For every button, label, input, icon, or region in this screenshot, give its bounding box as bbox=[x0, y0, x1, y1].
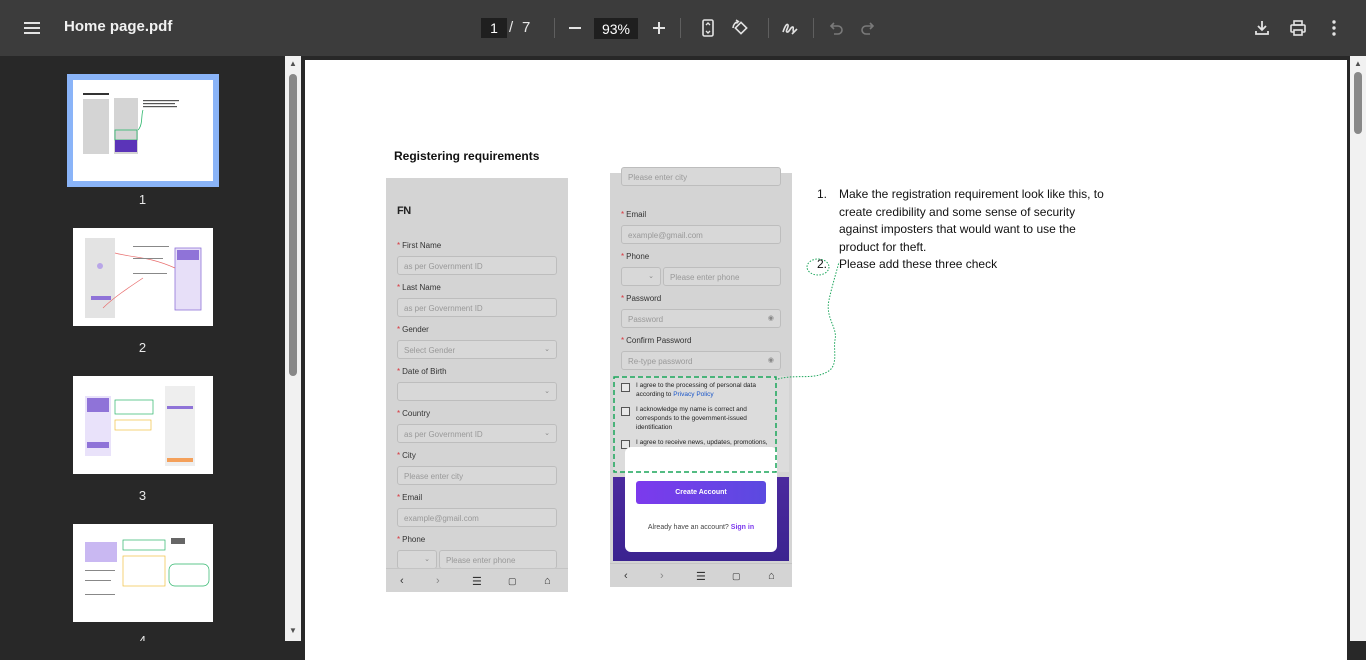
dashed-highlight-box bbox=[613, 376, 777, 473]
redo-button[interactable] bbox=[852, 12, 884, 44]
file-name: Home page.pdf bbox=[64, 18, 173, 35]
toolbar-divider bbox=[680, 18, 681, 38]
annotation-overlay bbox=[613, 258, 840, 473]
thumbnail-label-4: 4 bbox=[138, 633, 147, 641]
more-options-button[interactable] bbox=[1318, 12, 1350, 44]
print-button[interactable] bbox=[1282, 12, 1314, 44]
page-thumbnail-3[interactable] bbox=[73, 376, 213, 474]
thumbnail-label-3: 3 bbox=[138, 488, 147, 503]
thumbnail-preview bbox=[83, 93, 179, 154]
annotate-button[interactable] bbox=[774, 12, 806, 44]
document-scrollbar[interactable]: ▲ bbox=[1350, 56, 1366, 641]
pdf-toolbar: Home page.pdf 1 / 7 93% bbox=[0, 0, 1366, 56]
download-button[interactable] bbox=[1246, 12, 1278, 44]
rotate-icon bbox=[732, 19, 748, 35]
page-thumbnail-2[interactable] bbox=[73, 228, 213, 326]
page-thumbnail-4[interactable] bbox=[73, 524, 213, 622]
page-number-input[interactable]: 1 bbox=[481, 18, 507, 38]
undo-button[interactable] bbox=[820, 12, 852, 44]
undo-icon bbox=[829, 22, 843, 35]
fit-page-icon bbox=[702, 19, 714, 37]
toolbar-divider bbox=[768, 18, 769, 38]
zoom-out-button[interactable] bbox=[559, 12, 591, 44]
download-icon bbox=[1255, 21, 1269, 35]
annotate-icon bbox=[782, 23, 798, 35]
print-icon bbox=[1290, 20, 1306, 36]
zoom-in-button[interactable] bbox=[643, 12, 675, 44]
thumbnail-label-1: 1 bbox=[138, 192, 147, 207]
sidebar-scroll-thumb[interactable] bbox=[289, 74, 297, 376]
total-pages: 7 bbox=[522, 19, 531, 36]
sidebar-scrollbar[interactable]: ▲ ▼ bbox=[285, 56, 301, 641]
page-separator: / bbox=[509, 19, 514, 36]
thumbnail-sidebar: 1 2 3 4 bbox=[0, 56, 285, 641]
scroll-down-arrow-icon[interactable]: ▼ bbox=[288, 626, 298, 636]
rotate-button[interactable] bbox=[724, 12, 756, 44]
zoom-level-input[interactable]: 93% bbox=[594, 18, 638, 39]
connector-squiggle bbox=[777, 261, 840, 380]
toolbar-divider bbox=[813, 18, 814, 38]
more-icon bbox=[1332, 20, 1336, 36]
document-scroll-thumb[interactable] bbox=[1354, 72, 1362, 134]
toolbar-divider bbox=[554, 18, 555, 38]
menu-icon[interactable] bbox=[16, 12, 48, 44]
scroll-up-arrow-icon[interactable]: ▲ bbox=[288, 59, 298, 69]
note-item-1: 1. Make the registration requirement loo… bbox=[817, 187, 1104, 254]
redo-icon bbox=[861, 22, 875, 35]
thumbnail-preview bbox=[85, 238, 202, 318]
pdf-page: Registering requirements FN * First Name … bbox=[305, 60, 1347, 660]
fit-page-button[interactable] bbox=[692, 12, 724, 44]
thumbnail-preview bbox=[85, 386, 195, 466]
thumbnail-label-2: 2 bbox=[138, 340, 147, 355]
requirements-notes: 1. Make the registration requirement loo… bbox=[817, 186, 1107, 274]
scroll-up-arrow-icon[interactable]: ▲ bbox=[1353, 59, 1363, 69]
plus-icon bbox=[653, 22, 665, 34]
minus-icon bbox=[569, 27, 581, 29]
thumbnail-preview bbox=[85, 538, 210, 595]
note-item-2: 2. Please add these three check bbox=[817, 257, 998, 271]
page-thumbnail-1[interactable] bbox=[67, 74, 219, 187]
